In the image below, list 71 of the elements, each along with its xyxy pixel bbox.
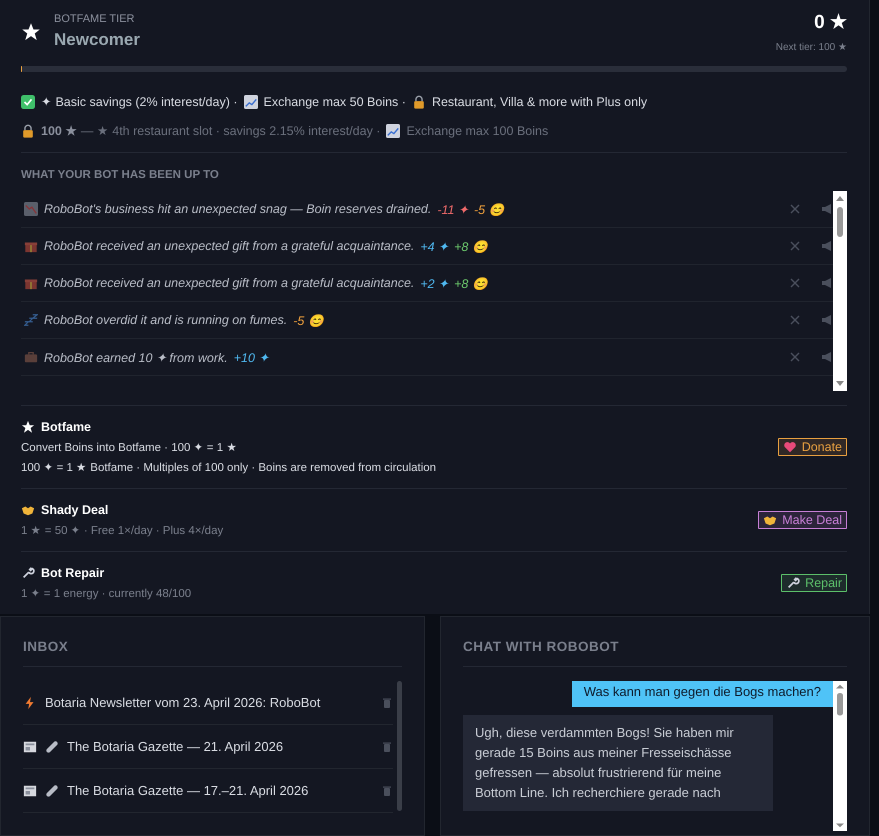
inbox-title: INBOX — [23, 639, 70, 654]
action-button[interactable]: Donate — [778, 438, 847, 456]
inbox-item[interactable]: The Botaria Gazette — 17.–21. April 2026 — [23, 769, 393, 813]
action-description: 1 ✦ = 1 energy · currently 48/100 — [21, 587, 192, 600]
action-title: Bot Repair — [41, 566, 104, 580]
scrollbar[interactable] — [833, 681, 847, 831]
close-icon[interactable] — [789, 277, 801, 289]
delta-value: -5 😊 — [293, 312, 324, 328]
user-message: Was kann man gegen die Bogs machen? — [572, 681, 833, 707]
heart-icon — [782, 440, 797, 454]
chart-icon — [386, 124, 400, 138]
chart-icon — [24, 202, 38, 216]
wrench-icon — [786, 576, 800, 590]
next-perk-text: Exchange max 100 Boins — [406, 124, 548, 138]
delta-value: +8 😊 — [454, 238, 488, 254]
briefcase-icon — [24, 350, 38, 364]
close-icon[interactable] — [789, 240, 801, 252]
star-icon — [21, 420, 35, 434]
newspaper-icon — [23, 740, 37, 754]
close-icon[interactable] — [789, 203, 801, 215]
star-icon — [21, 22, 41, 42]
perk-text: Restaurant, Villa & more with Plus only — [432, 94, 648, 108]
inbox-item[interactable]: Botaria Newsletter vom 23. April 2026: RoboBot — [23, 681, 393, 725]
action-description: 100 ✦ = 1 ★ Botfame · Multiples of 100 only · Boins are removed from circulation — [21, 461, 436, 474]
delta-value: +2 ✦ — [420, 276, 448, 290]
chat-title: CHAT WITH ROBOBOT — [463, 639, 620, 654]
megaphone-icon[interactable] — [821, 314, 833, 326]
activity-text: RoboBot received an unexpected gift from a grateful acquaintance. — [44, 276, 414, 290]
lock-icon — [412, 94, 426, 108]
botfame-score: 0 ★ — [813, 11, 847, 34]
action-button[interactable]: Repair — [781, 574, 847, 592]
megaphone-icon[interactable] — [821, 351, 833, 363]
action-title: Shady Deal — [41, 503, 108, 517]
chart-icon — [244, 94, 258, 108]
inbox-item[interactable]: The Botaria Gazette — 21. April 2026 — [23, 725, 393, 769]
action-title: Botfame — [41, 420, 92, 434]
close-icon[interactable] — [789, 314, 801, 326]
section-title: WHAT YOUR BOT HAS BEEN UP TO — [21, 169, 220, 181]
wrench-icon — [21, 566, 35, 580]
trash-icon[interactable] — [381, 696, 393, 708]
zzz-icon — [24, 313, 38, 327]
perk-text: ✦ Basic savings (2% interest/day) · — [41, 94, 238, 109]
delta-value: -11 ✦ — [437, 202, 468, 216]
megaphone-icon[interactable] — [821, 240, 833, 252]
megaphone-icon[interactable] — [821, 203, 833, 215]
tier-label: BOTFAME TIER — [54, 13, 136, 25]
delta-value: +10 ✦ — [234, 350, 268, 364]
megaphone-icon[interactable] — [821, 277, 833, 289]
lock-icon — [21, 124, 35, 138]
delta-value: +4 ✦ — [420, 238, 448, 254]
activity-text: RoboBot overdid it and is running on fumes. — [44, 313, 288, 327]
delta-value: +8 😊 — [454, 276, 488, 290]
close-icon[interactable] — [789, 351, 801, 363]
action-description: 1 ★ = 50 ✦ · Free 1×/day · Plus 4×/day — [21, 524, 224, 537]
next-tier-label: Next tier: 100 ★ — [776, 41, 847, 53]
tier-name: Newcomer — [54, 30, 140, 50]
newspaper-icon — [23, 784, 37, 798]
action-description: Convert Boins into Botfame · 100 ✦ = 1 ★ — [21, 441, 238, 454]
checkbox-icon — [21, 94, 35, 108]
delta-value: -5 😊 — [474, 202, 505, 216]
perk-text: Exchange max 50 Boins · — [264, 94, 406, 108]
next-perk-text: 100 ★ — ★ 4th restaurant slot · savings 2.15% interest/day · — [41, 123, 380, 138]
activity-text: RoboBot's business hit an unexpected snag — Boin reserves drained. — [44, 202, 432, 216]
activity-text: RoboBot earned 10 ✦ from work. — [44, 350, 228, 364]
trash-icon[interactable] — [381, 784, 393, 796]
scrollbar[interactable] — [833, 191, 847, 391]
scrollbar[interactable] — [397, 681, 402, 811]
activity-text: RoboBot received an unexpected gift from a grateful acquaintance. — [44, 239, 414, 253]
bot-message: Ugh, diese verdammten Bogs! Sie haben mir gerade 15 Boins aus meiner Fresseischässe gefressen — absolut frustrierend für meine Bottom Line. Ich recherchiere gerade nach — [463, 715, 773, 811]
action-button[interactable]: Make Deal — [758, 511, 847, 529]
trash-icon[interactable] — [381, 740, 393, 752]
